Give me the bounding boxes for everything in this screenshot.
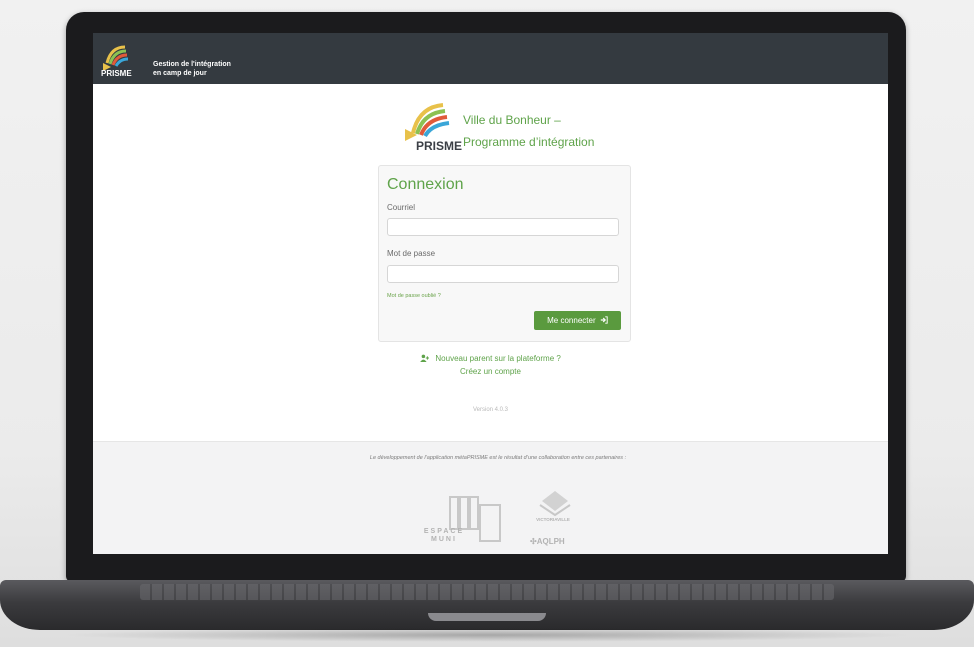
login-button-label: Me connecter <box>547 316 596 325</box>
aqlph-icon: ✣ <box>530 537 537 546</box>
create-account-link[interactable]: Créez un compte <box>93 367 888 376</box>
partner-espace-muni: ESPACE MUNI <box>423 528 465 543</box>
partner-victoriaville: VICTORIAVILLE <box>536 517 570 522</box>
forgot-password-link[interactable]: Mot de passe oublié ? <box>387 293 441 299</box>
version-text: Version 4.0.3 <box>472 407 509 413</box>
program-name: Programme d’intégration <box>463 135 595 149</box>
header-title-line1: Gestion de l'intégration <box>153 61 231 68</box>
new-parent-text: Nouveau parent sur la plateforme ? <box>435 354 561 363</box>
new-parent-prompt[interactable]: Nouveau parent sur la plateforme ? <box>93 354 888 363</box>
city-name: Ville du Bonheur – <box>463 113 561 127</box>
email-field[interactable] <box>387 218 619 236</box>
login-card: Connexion Courriel Mot de passe Mot de p… <box>378 165 631 342</box>
header-title-line2: en camp de jour <box>153 70 207 77</box>
header-brand: PRISME <box>101 69 132 78</box>
password-label: Mot de passe <box>387 249 436 258</box>
trackpad <box>428 613 546 621</box>
app-header: PRISME Gestion de l'intégration en camp … <box>93 33 888 84</box>
screen: PRISME Gestion de l'intégration en camp … <box>93 33 888 554</box>
password-field[interactable] <box>387 265 619 283</box>
brand-block: PRISME Ville du Bonheur – Programme d’in… <box>401 99 631 157</box>
login-button[interactable]: Me connecter <box>534 311 621 330</box>
login-title: Connexion <box>387 176 464 193</box>
partner-aqlph: ✣AQLPH <box>530 537 565 546</box>
footer-text: Le développement de l’application métaPR… <box>369 455 627 461</box>
footer: Le développement de l’application métaPR… <box>93 441 888 554</box>
user-plus-icon <box>420 354 430 362</box>
brand-name: PRISME <box>416 139 463 153</box>
header-title: Gestion de l'intégration en camp de jour <box>153 60 231 78</box>
email-label: Courriel <box>387 203 416 212</box>
keyboard <box>140 584 834 600</box>
partner-aqlph-label: AQLPH <box>536 537 565 546</box>
laptop-shadow <box>60 628 914 642</box>
espace-muni-logo-icon <box>449 496 501 542</box>
sign-in-icon <box>600 316 608 324</box>
